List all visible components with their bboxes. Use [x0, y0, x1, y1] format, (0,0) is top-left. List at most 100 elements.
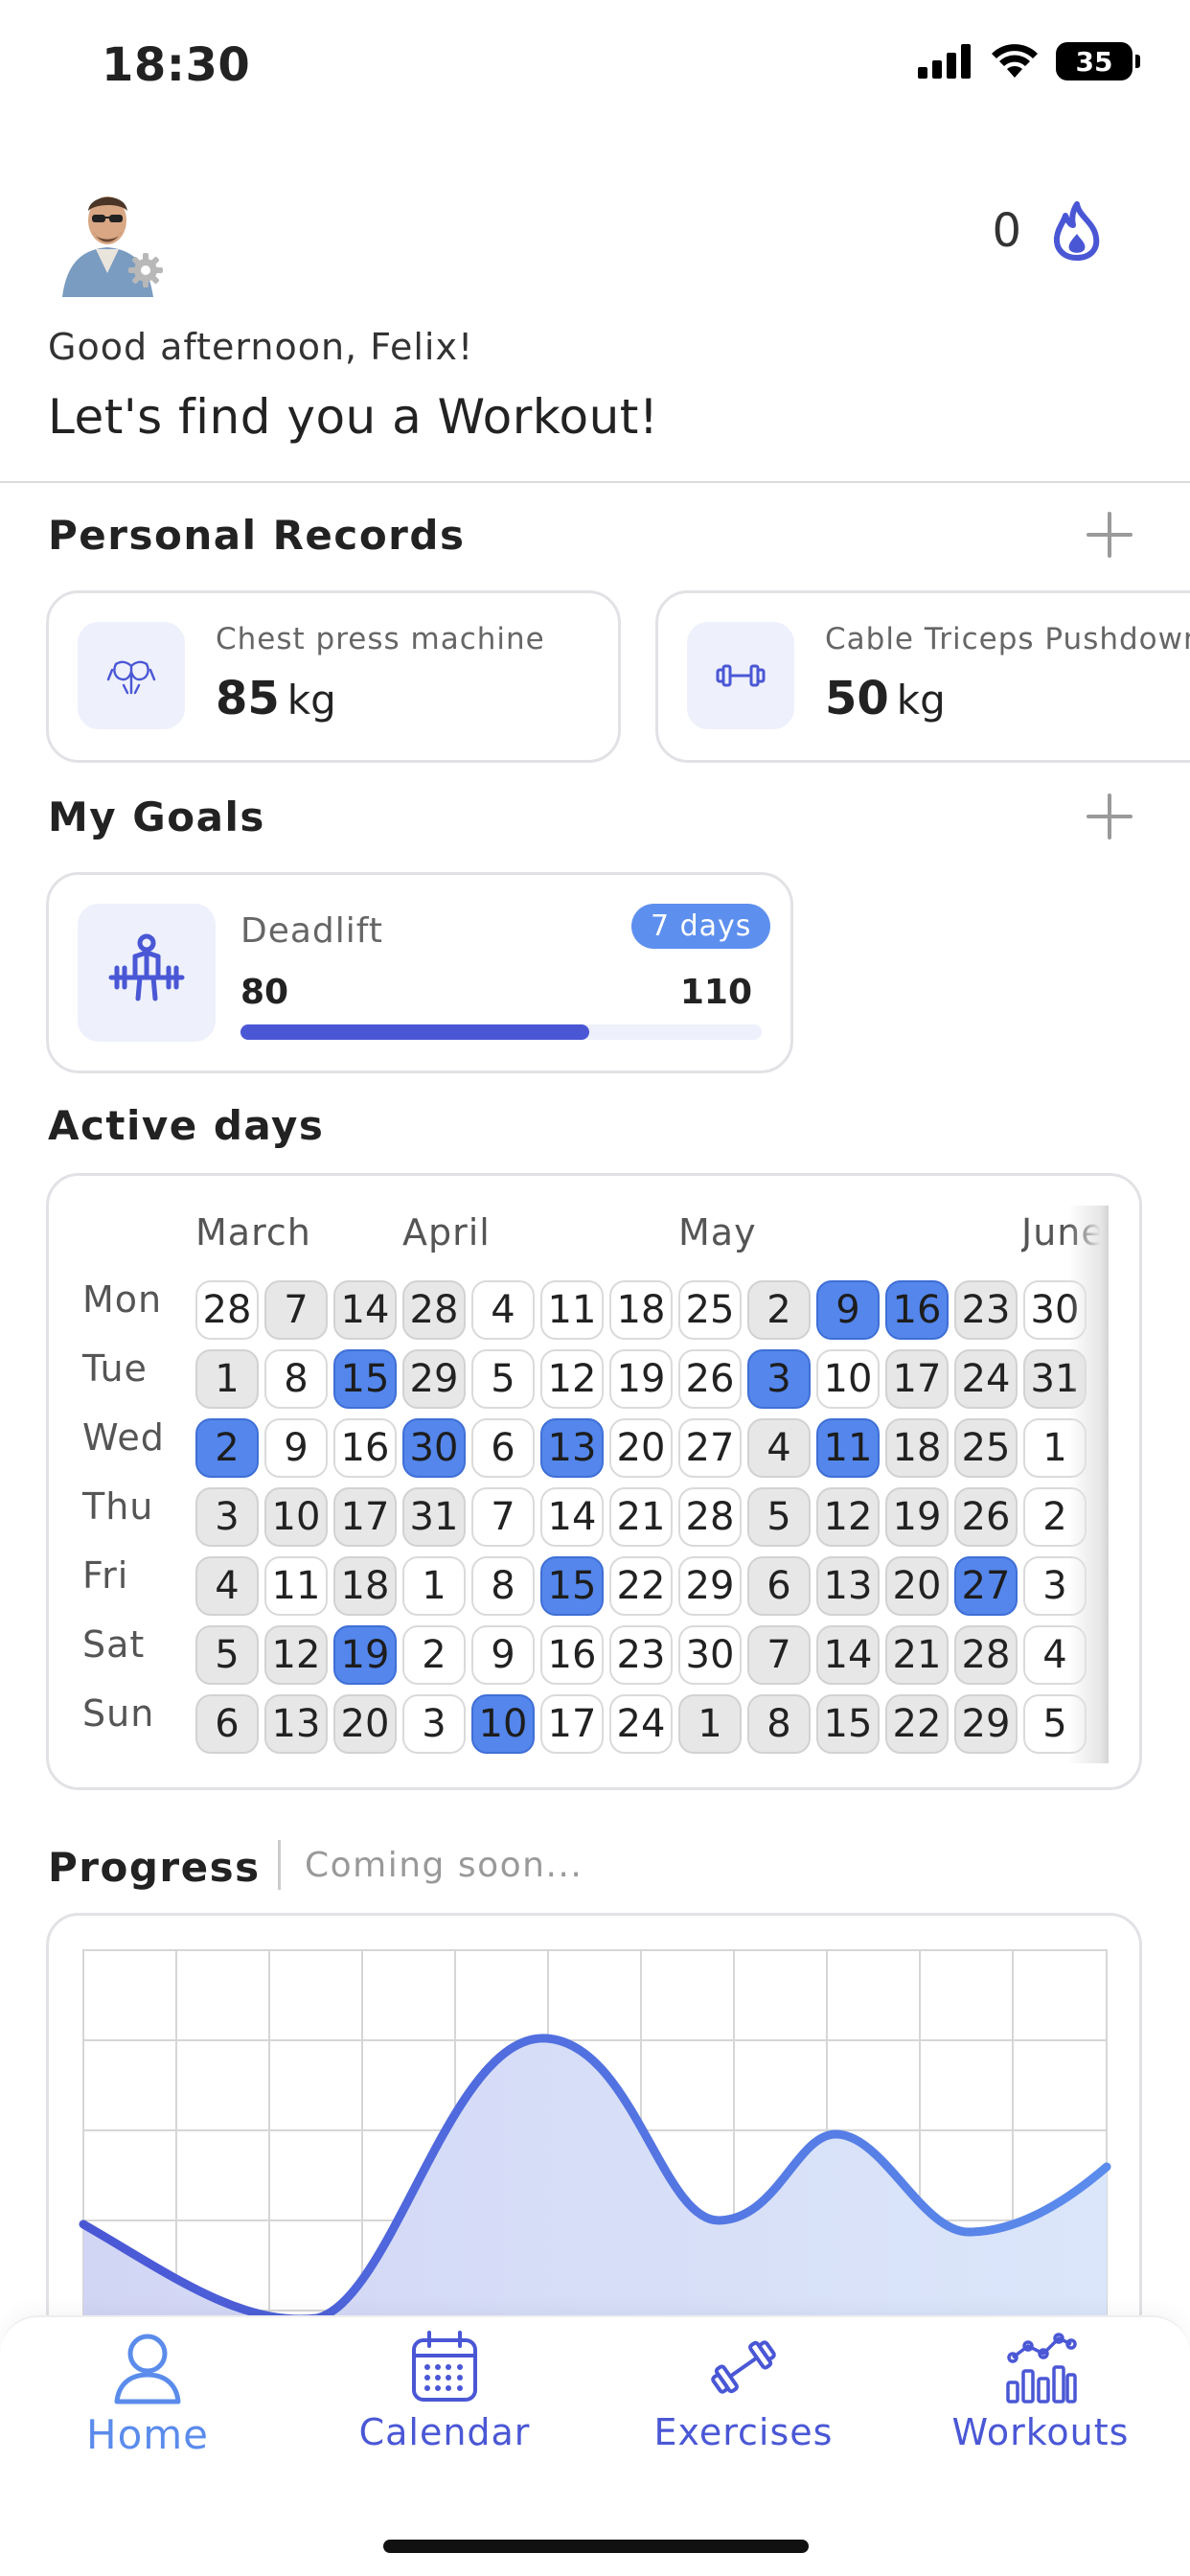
calendar-day-cell[interactable]: 31 [402, 1487, 466, 1547]
add-goal-button[interactable] [1081, 788, 1138, 845]
calendar-day-cell[interactable]: 9 [264, 1418, 328, 1478]
calendar-day-cell[interactable]: 16 [540, 1625, 604, 1685]
calendar-day-cell[interactable]: 9 [816, 1280, 880, 1340]
calendar-day-cell[interactable]: 6 [195, 1694, 259, 1754]
calendar-day-cell[interactable]: 7 [264, 1280, 328, 1340]
calendar-day-cell[interactable]: 20 [609, 1418, 673, 1478]
calendar-day-cell[interactable]: 14 [816, 1625, 880, 1685]
calendar-day-cell[interactable]: 20 [333, 1694, 397, 1754]
calendar-day-cell[interactable]: 4 [471, 1280, 535, 1340]
calendar-day-cell[interactable]: 29 [954, 1694, 1018, 1754]
calendar-day-cell[interactable]: 21 [609, 1487, 673, 1547]
calendar-day-cell[interactable]: 28 [954, 1625, 1018, 1685]
goal-card-deadlift[interactable]: Deadlift 7 days 80 110 [46, 872, 793, 1073]
add-record-button[interactable] [1081, 506, 1138, 564]
nav-exercises[interactable]: Exercises [629, 2329, 858, 2453]
calendar-day-cell[interactable]: 22 [885, 1694, 949, 1754]
calendar-day-cell[interactable]: 5 [471, 1349, 535, 1409]
calendar-day-cell[interactable]: 28 [195, 1280, 259, 1340]
calendar-day-cell[interactable]: 30 [402, 1418, 466, 1478]
calendar-day-cell[interactable]: 19 [333, 1625, 397, 1685]
calendar-day-cell[interactable]: 30 [678, 1625, 742, 1685]
calendar-day-cell[interactable]: 18 [333, 1556, 397, 1616]
calendar-day-cell[interactable]: 7 [471, 1487, 535, 1547]
calendar-day-cell[interactable]: 26 [954, 1487, 1018, 1547]
calendar-day-cell[interactable]: 11 [540, 1280, 604, 1340]
calendar-day-cell[interactable]: 2 [402, 1625, 466, 1685]
nav-home[interactable]: Home [33, 2329, 263, 2458]
calendar-scroll-fade [1068, 1206, 1109, 1763]
calendar-day-cell[interactable]: 25 [954, 1418, 1018, 1478]
calendar-day-cell[interactable]: 27 [678, 1418, 742, 1478]
calendar-day-cell[interactable]: 2 [747, 1280, 811, 1340]
calendar-day-cell[interactable]: 1 [678, 1694, 742, 1754]
streak-counter[interactable]: 0 [992, 201, 1104, 261]
calendar-day-cell[interactable]: 12 [816, 1487, 880, 1547]
calendar-day-cell[interactable]: 1 [195, 1349, 259, 1409]
calendar-day-cell[interactable]: 26 [678, 1349, 742, 1409]
calendar-day-cell[interactable]: 16 [885, 1280, 949, 1340]
record-card-triceps[interactable]: Cable Triceps Pushdown 50 kg [655, 590, 1190, 763]
calendar-day-cell[interactable]: 14 [540, 1487, 604, 1547]
calendar-day-cell[interactable]: 17 [885, 1349, 949, 1409]
calendar-day-cell[interactable]: 24 [609, 1694, 673, 1754]
calendar-day-cell[interactable]: 13 [540, 1418, 604, 1478]
nav-calendar[interactable]: Calendar [330, 2329, 560, 2453]
calendar-day-cell[interactable]: 13 [264, 1694, 328, 1754]
calendar-day-cell[interactable]: 17 [333, 1487, 397, 1547]
calendar-day-cell[interactable]: 7 [747, 1625, 811, 1685]
calendar-day-cell[interactable]: 19 [885, 1487, 949, 1547]
calendar-day-cell[interactable]: 27 [954, 1556, 1018, 1616]
calendar-day-cell[interactable]: 10 [816, 1349, 880, 1409]
calendar-day-cell[interactable]: 17 [540, 1694, 604, 1754]
calendar-day-cell[interactable]: 24 [954, 1349, 1018, 1409]
nav-workouts[interactable]: Workouts [926, 2329, 1156, 2453]
calendar-day-cell[interactable]: 6 [471, 1418, 535, 1478]
calendar-day-cell[interactable]: 8 [264, 1349, 328, 1409]
settings-gear-icon[interactable] [126, 251, 165, 289]
calendar-day-cell[interactable]: 1 [402, 1556, 466, 1616]
calendar-day-cell[interactable]: 13 [816, 1556, 880, 1616]
header-divider [0, 481, 1190, 483]
calendar-day-cell[interactable]: 29 [402, 1349, 466, 1409]
calendar-day-cell[interactable]: 20 [885, 1556, 949, 1616]
calendar-day-cell[interactable]: 6 [747, 1556, 811, 1616]
calendar-day-cell[interactable]: 2 [195, 1418, 259, 1478]
calendar-day-cell[interactable]: 23 [954, 1280, 1018, 1340]
calendar-day-cell[interactable]: 25 [678, 1280, 742, 1340]
calendar-day-cell[interactable]: 11 [264, 1556, 328, 1616]
calendar-day-cell[interactable]: 4 [195, 1556, 259, 1616]
calendar-day-cell[interactable]: 19 [609, 1349, 673, 1409]
calendar-day-cell[interactable]: 15 [540, 1556, 604, 1616]
calendar-day-cell[interactable]: 16 [333, 1418, 397, 1478]
calendar-day-cell[interactable]: 23 [609, 1625, 673, 1685]
progress-subtitle: Coming soon... [305, 1846, 584, 1885]
calendar-day-cell[interactable]: 10 [264, 1487, 328, 1547]
calendar-day-cell[interactable]: 4 [747, 1418, 811, 1478]
record-card-chest-press[interactable]: Chest press machine 85 kg [46, 590, 621, 763]
calendar-day-cell[interactable]: 28 [678, 1487, 742, 1547]
calendar-day-cell[interactable]: 22 [609, 1556, 673, 1616]
calendar-day-cell[interactable]: 11 [816, 1418, 880, 1478]
calendar-day-cell[interactable]: 3 [195, 1487, 259, 1547]
calendar-day-cell[interactable]: 28 [402, 1280, 466, 1340]
calendar-day-cell[interactable]: 12 [540, 1349, 604, 1409]
record-value-row: 50 kg [825, 672, 946, 725]
calendar-day-cell[interactable]: 14 [333, 1280, 397, 1340]
calendar-day-cell[interactable]: 3 [747, 1349, 811, 1409]
calendar-day-cell[interactable]: 10 [471, 1694, 535, 1754]
calendar-day-cell[interactable]: 5 [195, 1625, 259, 1685]
calendar-day-cell[interactable]: 18 [609, 1280, 673, 1340]
calendar-day-cell[interactable]: 29 [678, 1556, 742, 1616]
calendar-day-cell[interactable]: 5 [747, 1487, 811, 1547]
calendar-day-cell[interactable]: 9 [471, 1625, 535, 1685]
calendar-day-cell[interactable]: 15 [333, 1349, 397, 1409]
calendar-day-cell[interactable]: 15 [816, 1694, 880, 1754]
calendar-day-cell[interactable]: 8 [471, 1556, 535, 1616]
avatar[interactable] [57, 182, 163, 297]
calendar-day-cell[interactable]: 18 [885, 1418, 949, 1478]
calendar-day-cell[interactable]: 8 [747, 1694, 811, 1754]
calendar-day-cell[interactable]: 21 [885, 1625, 949, 1685]
calendar-day-cell[interactable]: 12 [264, 1625, 328, 1685]
calendar-day-cell[interactable]: 3 [402, 1694, 466, 1754]
